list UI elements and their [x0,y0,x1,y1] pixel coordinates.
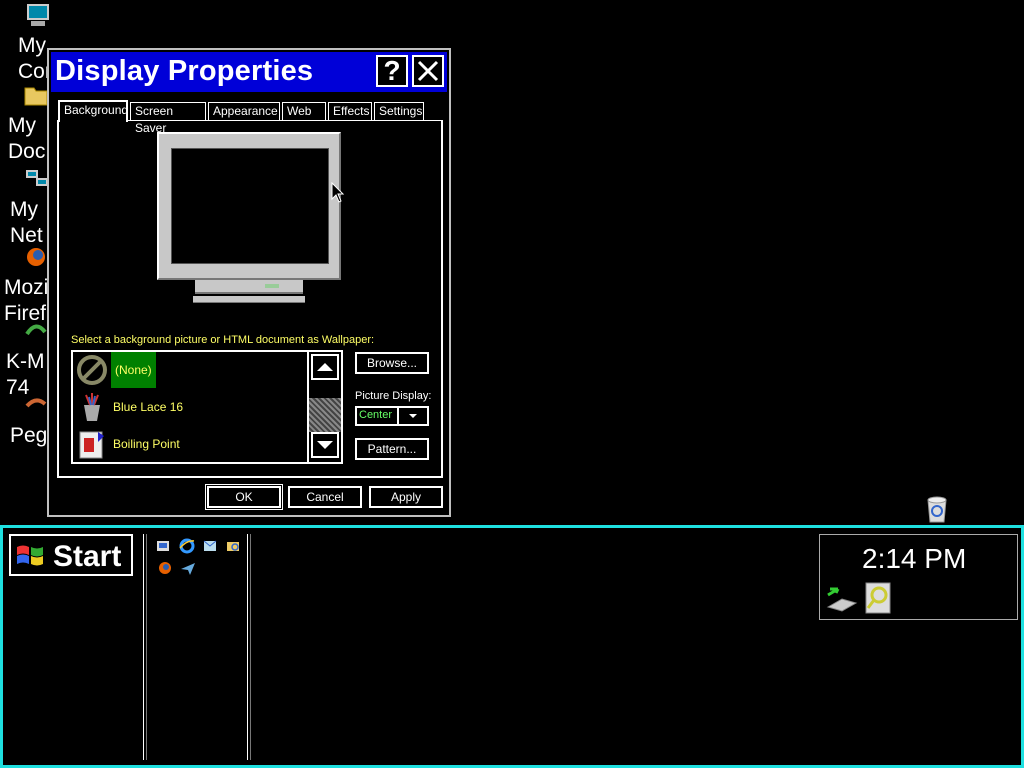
desktop-icon-k-meleon[interactable]: K-M 74 [0,318,52,401]
help-button[interactable]: ? [376,55,408,87]
scroll-thumb[interactable] [309,398,341,432]
wallpaper-list[interactable]: (None) Blue Lace 16 Boiling Point [71,350,343,464]
internet-explorer-icon[interactable] [179,538,195,554]
toolbar-separator [143,534,147,760]
system-tray: 2:14 PM [819,534,1018,620]
start-label: Start [53,540,122,573]
my-documents-icon [24,87,48,106]
picture-display-select[interactable]: Center [355,406,429,426]
ok-button[interactable]: OK [205,484,283,510]
apply-button[interactable]: Apply [369,486,443,508]
wallpaper-instruction: Select a background picture or HTML docu… [71,334,375,346]
tab-effects[interactable]: Effects [328,102,372,120]
firefox-icon [27,248,45,266]
list-item-label: Blue Lace 16 [113,400,184,414]
arrow-down-icon [317,441,333,449]
picture-display-value: Center [359,409,393,421]
arrow-up-icon [317,363,333,371]
window-title: Display Properties [55,55,314,87]
monitor-base [193,296,305,303]
desktop-icon-my-computer[interactable]: My Com [0,2,62,85]
tab-web[interactable]: Web [282,102,326,120]
browse-button[interactable]: Browse... [355,352,429,374]
desktop-icon-label: My Doc [8,114,46,163]
outlook-express-icon[interactable] [202,538,218,554]
pattern-button[interactable]: Pattern... [355,438,429,460]
explorer-icon[interactable] [225,538,241,554]
wallpaper-preview-screen [171,148,329,264]
firefox-icon[interactable] [157,560,173,576]
tab-appearance[interactable]: Appearance [208,102,280,120]
dropdown-button[interactable] [397,408,427,424]
monitor-power-light [265,284,279,288]
close-icon [417,60,439,82]
title-bar[interactable]: Display Properties ? [51,52,447,92]
desktop-icon-my-network[interactable]: My Net [0,166,52,249]
messenger-icon[interactable] [180,560,196,576]
windows-logo-icon [17,545,43,566]
mouse-cursor-icon [331,182,345,203]
my-computer-icon [27,4,49,26]
desktop-icon-my-documents[interactable]: My Doc [0,82,52,165]
taskbar: Start 2:14 PM [0,525,1024,768]
start-button[interactable]: Start [9,534,133,576]
list-item-none[interactable]: (None) [73,352,309,388]
monitor-preview [157,132,341,280]
list-item-boiling-point[interactable]: Boiling Point [73,426,309,462]
network-connection-icon[interactable] [824,583,860,615]
html-document-icon [79,431,104,459]
cancel-button[interactable]: Cancel [288,486,362,508]
list-item-blue-lace-16[interactable]: Blue Lace 16 [73,389,309,425]
desktop-icon-label: Peg [10,424,48,447]
close-button[interactable] [412,55,444,87]
recycle-bin-icon[interactable] [922,494,952,524]
display-properties-window: Display Properties ? Background Screen S… [47,48,451,517]
chevron-down-icon [409,414,417,418]
clock[interactable]: 2:14 PM [862,543,966,575]
tab-background[interactable]: Background [58,100,128,122]
tab-settings[interactable]: Settings [374,102,424,120]
monitor-stand [195,280,303,294]
picture-display-label: Picture Display: [355,390,432,402]
list-item-label: (None) [111,352,156,388]
wallpaper-icon [84,393,100,421]
desktop-icon-pegasus[interactable]: Peg [0,392,52,449]
search-magnifier-icon[interactable] [862,581,894,615]
scroll-up-button[interactable] [311,354,339,380]
tab-screen-saver[interactable]: Screen Saver [130,102,206,135]
none-icon [77,355,107,385]
desktop-icon-label: My Net [10,198,43,247]
scroll-down-button[interactable] [311,432,339,458]
k-meleon-icon [25,324,47,336]
toolbar-separator [247,534,251,760]
wallpaper-list-scrollbar[interactable] [307,352,341,462]
desktop-icon-firefox[interactable]: Mozi Firef [0,244,52,327]
show-desktop-icon[interactable] [155,538,171,554]
pegasus-icon [25,398,47,408]
list-item-label: Boiling Point [113,437,180,451]
